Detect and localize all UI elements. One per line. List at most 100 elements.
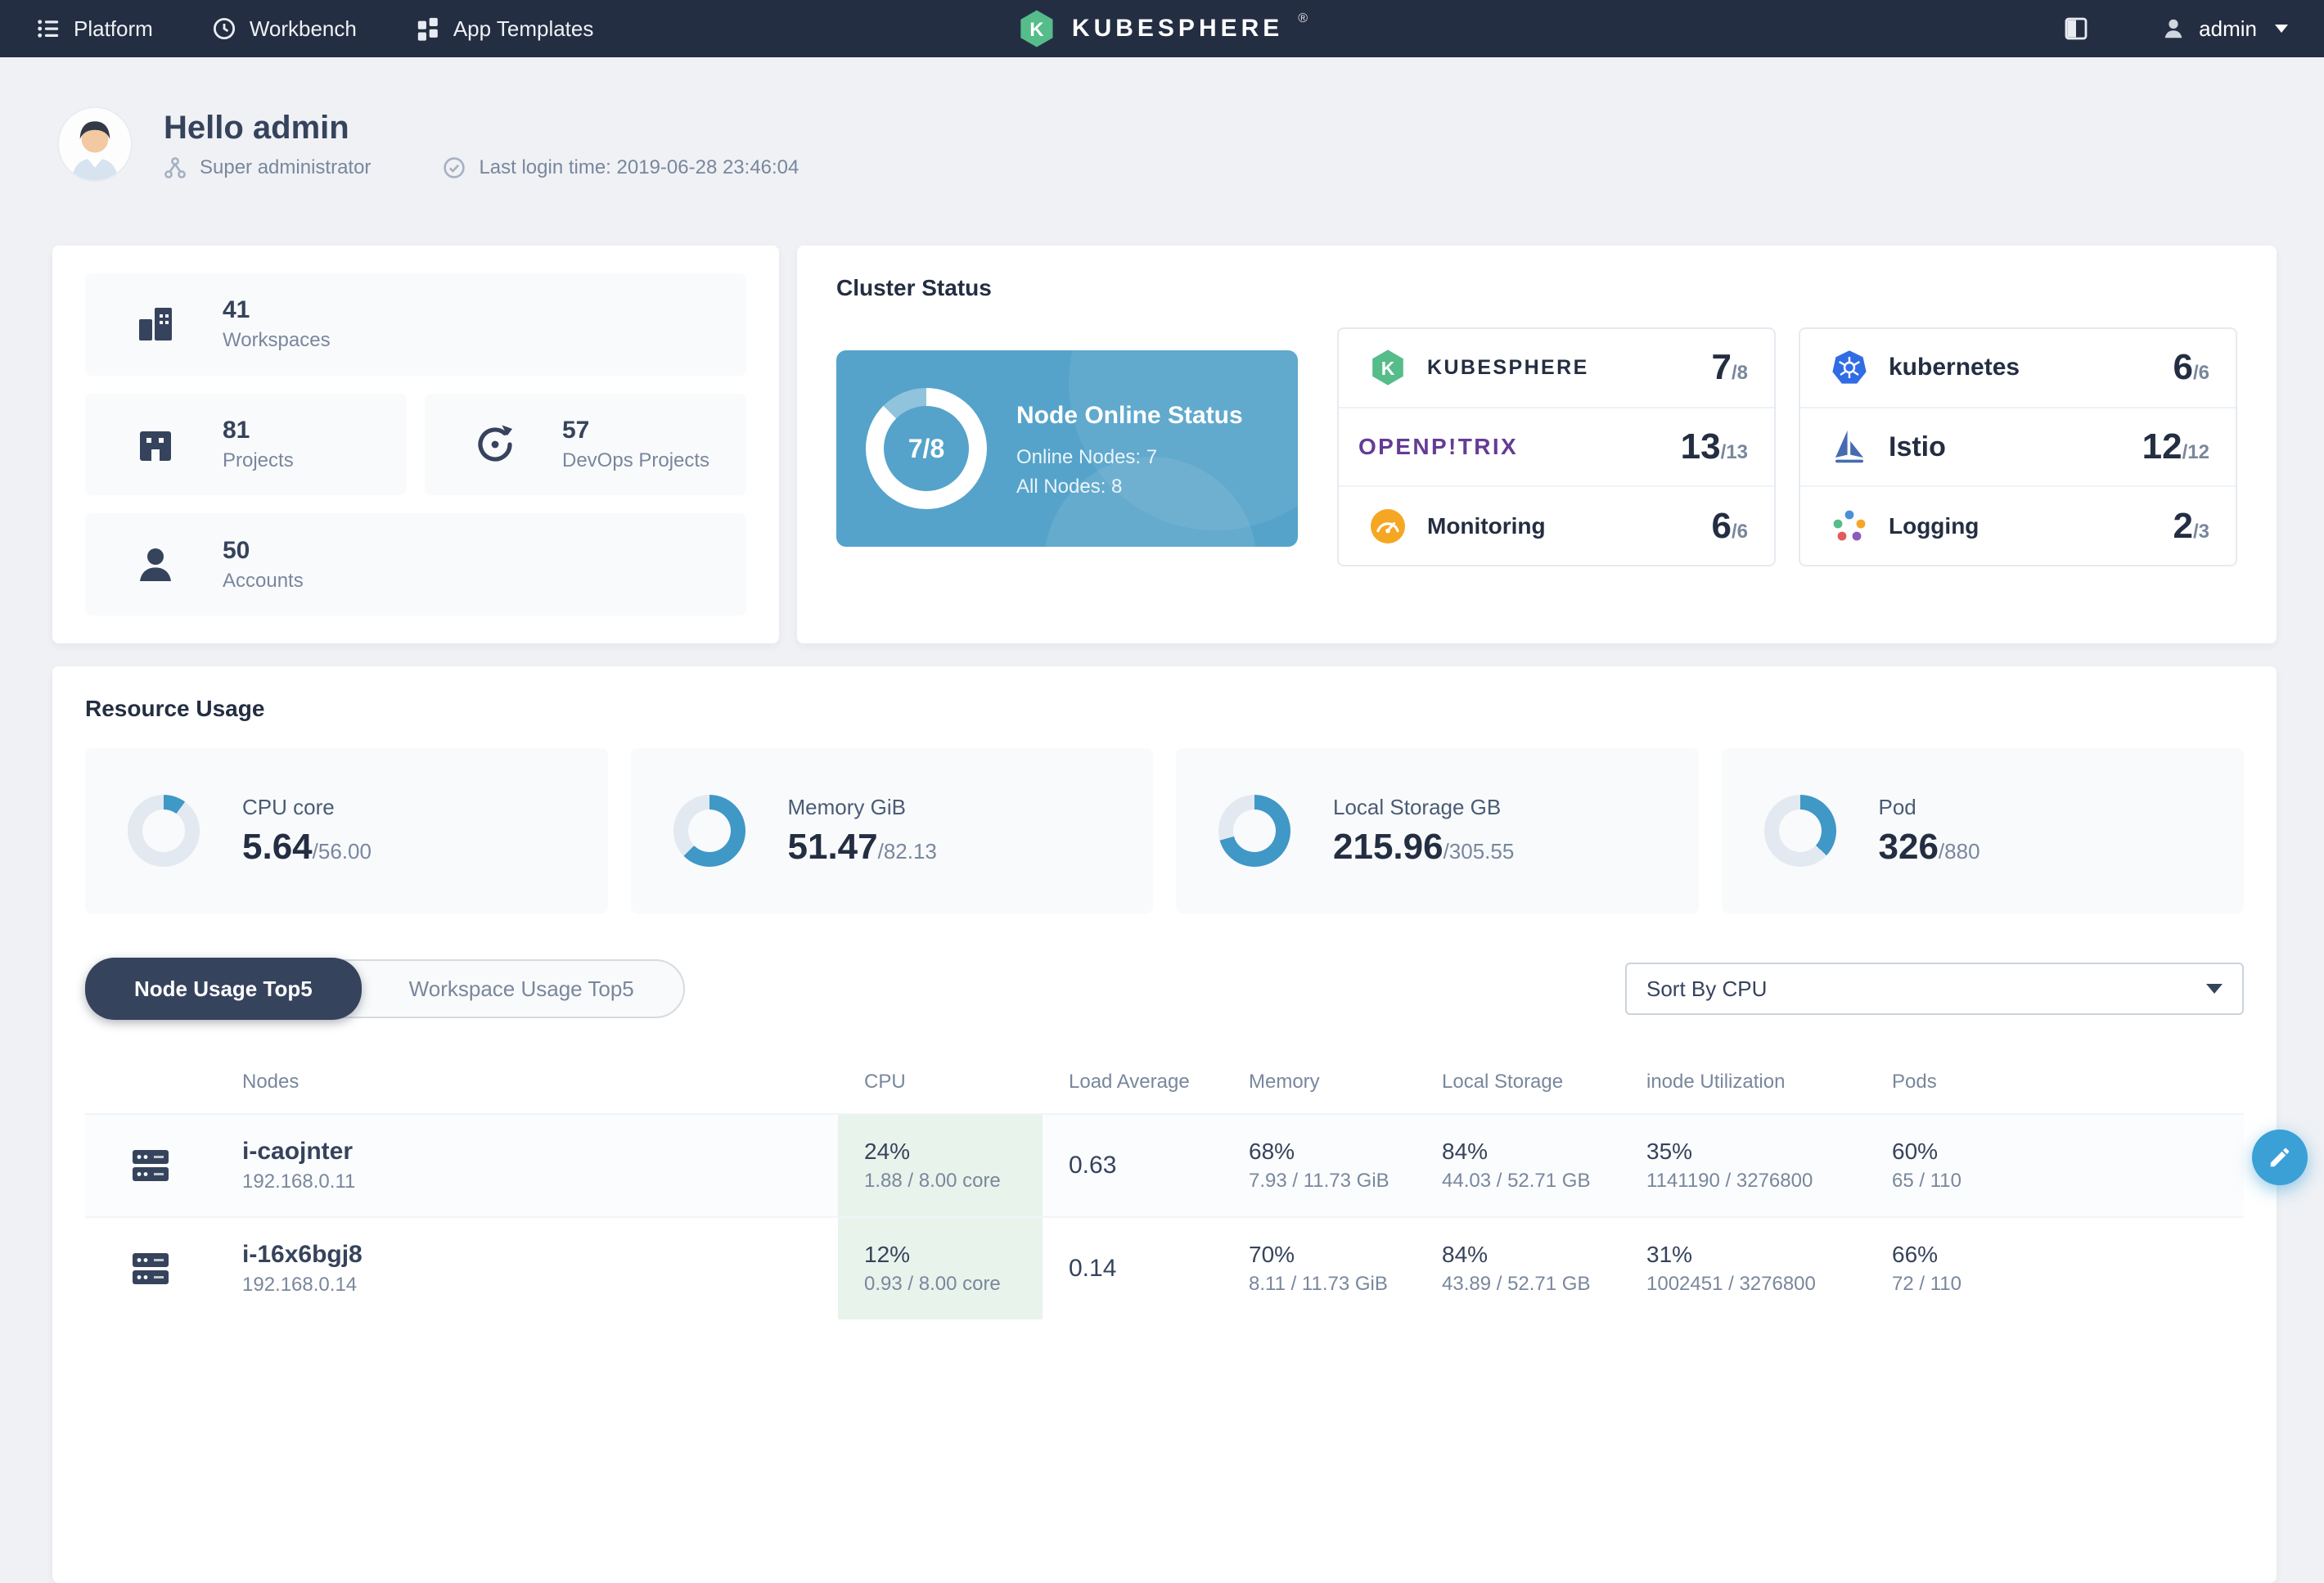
component-name: Logging bbox=[1889, 513, 1979, 539]
tab-node-usage[interactable]: Node Usage Top5 bbox=[85, 958, 362, 1020]
registered-mark: ® bbox=[1298, 11, 1308, 26]
component-name: Monitoring bbox=[1427, 513, 1546, 539]
node-online-title: Node Online Status bbox=[1016, 399, 1243, 431]
table-header: Nodes CPU Load Average Memory Local Stor… bbox=[85, 1058, 2244, 1107]
page-title: Hello admin bbox=[164, 110, 799, 147]
component-monitoring[interactable]: Monitoring 6/6 bbox=[1339, 487, 1774, 565]
memory-percent: 68% bbox=[1249, 1139, 1416, 1165]
component-value: 12 bbox=[2142, 426, 2182, 467]
cpu-donut bbox=[128, 795, 200, 867]
table-row[interactable]: i-16x6bgj8 192.168.0.14 12% 0.93 / 8.00 … bbox=[85, 1216, 2244, 1319]
pod-metric-value: 326 bbox=[1879, 827, 1939, 868]
nav-app-templates[interactable]: App Templates bbox=[416, 16, 594, 42]
component-kubernetes[interactable]: kubernetes 6/6 bbox=[1800, 329, 2236, 408]
role-meta: Super administrator bbox=[164, 156, 371, 179]
workspaces-label: Workspaces bbox=[223, 329, 331, 352]
resource-metrics: CPU core 5.64/56.00 Memory GiB 51.47/82.… bbox=[85, 748, 2244, 913]
tab-workspace-usage[interactable]: Workspace Usage Top5 bbox=[360, 959, 683, 1018]
svg-text:K: K bbox=[1029, 19, 1044, 41]
role-label: Super administrator bbox=[200, 156, 371, 179]
projects-count: 81 bbox=[223, 417, 294, 444]
user-menu[interactable]: admin bbox=[2161, 16, 2288, 42]
accounts-count: 50 bbox=[223, 537, 304, 565]
cluster-status-card: Cluster Status 7/8 Node Online Status On… bbox=[797, 246, 2277, 643]
inode-percent: 35% bbox=[1646, 1139, 1866, 1165]
kubesphere-brand[interactable]: K KUBESPHERE ® bbox=[1016, 8, 1308, 49]
chevron-down-icon bbox=[2275, 25, 2288, 33]
workspaces-tile[interactable]: 41 Workspaces bbox=[85, 273, 746, 376]
avatar[interactable] bbox=[57, 106, 133, 182]
node-name[interactable]: i-caojnter bbox=[242, 1138, 838, 1166]
node-online-panel[interactable]: 7/8 Node Online Status Online Nodes: 7 A… bbox=[836, 350, 1298, 547]
sort-by-dropdown[interactable]: Sort By CPU bbox=[1625, 963, 2244, 1015]
cpu-metric[interactable]: CPU core 5.64/56.00 bbox=[85, 748, 608, 913]
chevron-down-icon bbox=[2206, 984, 2223, 994]
storage-metric-value: 215.96 bbox=[1333, 827, 1443, 868]
cpu-metric-value: 5.64 bbox=[242, 827, 313, 868]
node-name[interactable]: i-16x6bgj8 bbox=[242, 1241, 838, 1269]
pods-detail: 72 / 110 bbox=[1892, 1273, 2244, 1296]
component-total: /12 bbox=[2182, 441, 2209, 464]
storage-percent: 84% bbox=[1442, 1139, 1620, 1165]
pod-metric[interactable]: Pod 326/880 bbox=[1722, 748, 2245, 913]
component-total: /8 bbox=[1732, 362, 1748, 385]
table-row[interactable]: i-caojnter 192.168.0.11 24% 1.88 / 8.00 … bbox=[85, 1113, 2244, 1216]
edit-fab-button[interactable] bbox=[2252, 1130, 2308, 1185]
nav-app-templates-label: App Templates bbox=[453, 16, 594, 42]
cpu-detail: 1.88 / 8.00 core bbox=[864, 1170, 1043, 1193]
component-istio[interactable]: Istio 12/12 bbox=[1800, 408, 2236, 488]
inode-detail: 1002451 / 3276800 bbox=[1646, 1273, 1866, 1296]
component-name: kubernetes bbox=[1889, 354, 2020, 381]
cpu-metric-label: CPU core bbox=[242, 795, 372, 820]
resource-usage-title: Resource Usage bbox=[85, 696, 2244, 722]
storage-metric[interactable]: Local Storage GB 215.96/305.55 bbox=[1176, 748, 1699, 913]
accounts-tile[interactable]: 50 Accounts bbox=[85, 513, 746, 616]
header-storage: Local Storage bbox=[1416, 1071, 1620, 1094]
resource-usage-card: Resource Usage CPU core 5.64/56.00 Memor… bbox=[52, 666, 2277, 1583]
inode-cell: 35% 1141190 / 3276800 bbox=[1620, 1139, 1866, 1193]
docs-icon[interactable] bbox=[2063, 16, 2089, 42]
online-nodes-label: Online Nodes: 7 bbox=[1016, 446, 1243, 469]
cpu-percent: 12% bbox=[864, 1242, 1043, 1268]
devops-tile[interactable]: 57 DevOps Projects bbox=[425, 394, 746, 496]
kubernetes-icon bbox=[1826, 348, 1872, 387]
accounts-icon bbox=[131, 540, 180, 589]
nav-workbench-label: Workbench bbox=[250, 16, 357, 42]
platform-icon bbox=[36, 16, 61, 41]
memory-metric-value: 51.47 bbox=[788, 827, 878, 868]
projects-tile[interactable]: 81 Projects bbox=[85, 394, 407, 496]
pods-cell: 66% 72 / 110 bbox=[1866, 1242, 2244, 1296]
pod-metric-label: Pod bbox=[1879, 795, 1980, 820]
role-icon bbox=[164, 156, 187, 179]
storage-percent: 84% bbox=[1442, 1242, 1620, 1268]
inode-cell: 31% 1002451 / 3276800 bbox=[1620, 1242, 1866, 1296]
cpu-detail: 0.93 / 8.00 core bbox=[864, 1273, 1043, 1296]
user-icon bbox=[2161, 16, 2186, 41]
storage-metric-total: /305.55 bbox=[1443, 839, 1515, 864]
node-ip: 192.168.0.14 bbox=[242, 1274, 838, 1297]
node-online-info: Node Online Status Online Nodes: 7 All N… bbox=[1016, 399, 1243, 498]
workspaces-count: 41 bbox=[223, 296, 331, 324]
component-value: 6 bbox=[1712, 506, 1732, 547]
nav-platform-label: Platform bbox=[74, 16, 153, 42]
component-openpitrix[interactable]: OPENP!TRIX 13/13 bbox=[1339, 408, 1774, 488]
logging-icon bbox=[1826, 507, 1872, 546]
devops-label: DevOps Projects bbox=[562, 449, 709, 472]
component-value: 2 bbox=[2173, 506, 2193, 547]
memory-percent: 70% bbox=[1249, 1242, 1416, 1268]
user-meta: Super administrator Last login time: 201… bbox=[164, 156, 799, 179]
accounts-label: Accounts bbox=[223, 570, 304, 593]
pod-donut bbox=[1764, 795, 1836, 867]
nav-platform[interactable]: Platform bbox=[36, 16, 153, 42]
header-memory: Memory bbox=[1223, 1071, 1416, 1094]
memory-metric[interactable]: Memory GiB 51.47/82.13 bbox=[631, 748, 1154, 913]
nav-workbench[interactable]: Workbench bbox=[212, 16, 357, 42]
memory-metric-label: Memory GiB bbox=[788, 795, 937, 820]
component-kubesphere[interactable]: K KUBESPHERE 7/8 bbox=[1339, 329, 1774, 408]
server-icon bbox=[85, 1143, 216, 1188]
all-nodes-label: All Nodes: 8 bbox=[1016, 476, 1243, 498]
component-logging[interactable]: Logging 2/3 bbox=[1800, 487, 2236, 565]
avatar-illustration bbox=[57, 106, 133, 182]
brand-wordmark: KUBESPHERE bbox=[1072, 15, 1283, 43]
page-header: Hello admin Super administrator Last log… bbox=[57, 106, 2277, 182]
